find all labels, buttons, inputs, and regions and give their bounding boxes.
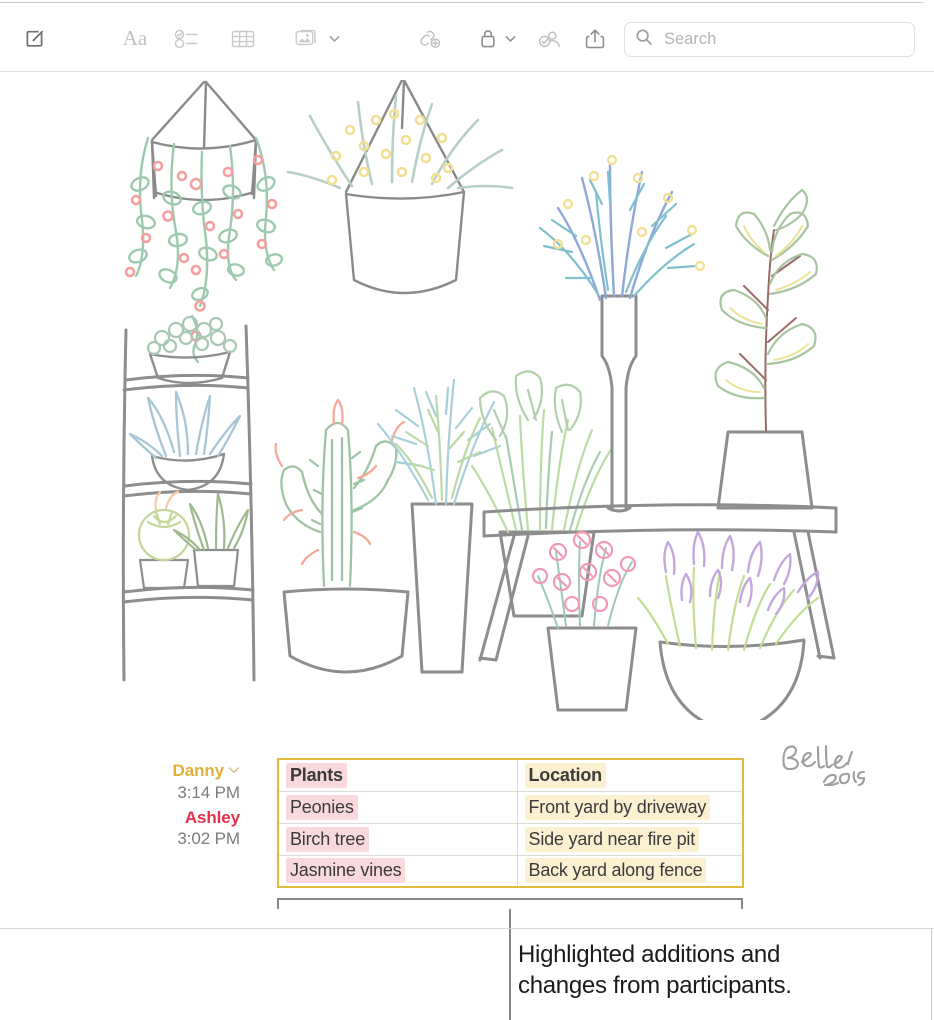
callout-leader-line <box>509 909 511 1020</box>
callout-caption: Highlighted additions and changes from p… <box>518 940 918 1002</box>
checklist-button[interactable] <box>170 22 204 56</box>
add-link-button[interactable] <box>413 22 447 56</box>
table-button[interactable] <box>226 22 260 56</box>
table-cell-plant[interactable]: Peonies <box>278 791 518 824</box>
table-cell-location[interactable]: Front yard by driveway <box>517 791 743 824</box>
page-divider <box>0 928 934 929</box>
cell-text: Side yard near fire pit <box>524 826 700 852</box>
participant-name: Ashley <box>184 807 240 827</box>
participants-list: Danny 3:14 PM Ashley 3:02 PM <box>90 758 241 853</box>
table-cell-plant[interactable]: Birch tree <box>278 823 518 856</box>
table-icon <box>230 28 256 50</box>
table-row-header[interactable]: Plants Location <box>278 759 743 792</box>
cell-text: Plants <box>286 762 347 788</box>
participant-timestamp: 3:02 PM <box>177 829 240 849</box>
media-icon <box>294 27 322 51</box>
table-cell-location[interactable]: Back yard along fence <box>517 855 743 887</box>
search-field[interactable] <box>624 22 915 57</box>
table-cell-plant[interactable]: Jasmine vines <box>278 855 518 887</box>
cell-text: Location <box>524 762 606 788</box>
compose-button[interactable] <box>18 22 52 56</box>
plants-illustration <box>96 80 866 720</box>
cell-text: Front yard by driveway <box>524 794 711 820</box>
lock-chevron-down-icon[interactable] <box>505 30 516 48</box>
cell-text: Peonies <box>286 794 358 820</box>
cell-text: Birch tree <box>286 826 370 852</box>
toolbar: Aa <box>0 3 934 72</box>
media-button[interactable] <box>288 22 346 56</box>
table-row[interactable]: Birch tree Side yard near fire pit <box>278 823 743 856</box>
collaborate-button[interactable] <box>532 22 566 56</box>
cell-text: Jasmine vines <box>286 858 406 884</box>
format-text-icon: Aa <box>118 27 152 51</box>
compose-icon <box>23 27 47 51</box>
search-input[interactable] <box>662 23 904 56</box>
participant-ashley[interactable]: Ashley 3:02 PM <box>90 807 240 851</box>
share-icon <box>584 27 606 51</box>
collaborative-table[interactable]: Plants Location Peonies Front yard by dr… <box>277 758 744 888</box>
table-row[interactable]: Jasmine vines Back yard along fence <box>278 855 743 887</box>
table-row[interactable]: Peonies Front yard by driveway <box>278 791 743 824</box>
lock-note-button[interactable] <box>473 22 521 56</box>
media-chevron-down-icon[interactable] <box>329 30 340 48</box>
table-cell-plants-header[interactable]: Plants <box>278 759 518 792</box>
participant-danny[interactable]: Danny 3:14 PM <box>90 758 241 804</box>
table-cell-location-header[interactable]: Location <box>517 759 743 792</box>
participant-timestamp: 3:14 PM <box>177 782 240 802</box>
lock-icon <box>478 27 498 51</box>
artist-signature <box>778 742 868 787</box>
note-body[interactable]: Danny 3:14 PM Ashley 3:02 PM Plants Loca… <box>0 72 934 928</box>
checklist-icon <box>174 28 200 50</box>
collaborate-person-icon <box>535 27 563 51</box>
share-button[interactable] <box>578 22 612 56</box>
table-cell-location[interactable]: Side yard near fire pit <box>517 823 743 856</box>
link-add-icon <box>416 27 444 51</box>
format-text-button[interactable]: Aa <box>117 22 153 56</box>
search-icon <box>635 28 653 51</box>
cell-text: Back yard along fence <box>524 858 707 884</box>
svg-text:Aa: Aa <box>123 27 148 50</box>
caption-line-1: Highlighted additions and <box>518 941 781 968</box>
caption-line-2: changes from participants. <box>518 971 792 999</box>
participant-name: Danny <box>172 761 225 780</box>
participant-chevron-down-icon[interactable] <box>228 758 240 780</box>
notes-window: Aa Search Danny 3:14 PM Ashley 3:02 PM P… <box>0 0 934 1020</box>
